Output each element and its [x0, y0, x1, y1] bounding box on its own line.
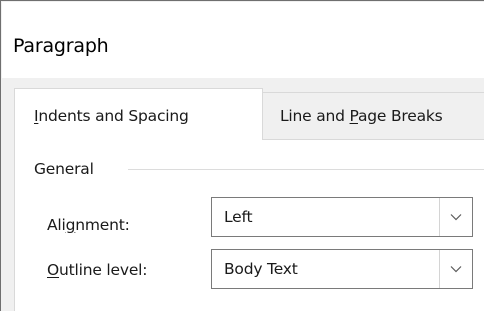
- paragraph-dialog: Paragraph Indents and Spacing Line and P…: [0, 0, 484, 311]
- chevron-down-icon: [450, 266, 462, 273]
- dialog-title: Paragraph: [13, 35, 109, 57]
- alignment-dropdown-button[interactable]: [439, 198, 472, 236]
- tab-label: Line and Page Breaks: [280, 107, 443, 125]
- alignment-value: Left: [224, 208, 253, 226]
- alignment-combobox[interactable]: Left: [211, 197, 473, 237]
- group-label-general: General: [34, 160, 94, 178]
- outline-level-combobox[interactable]: Body Text: [211, 249, 473, 289]
- outline-level-value: Body Text: [224, 260, 298, 278]
- group-divider: [128, 169, 484, 170]
- tab-indents-and-spacing[interactable]: Indents and Spacing: [14, 88, 263, 140]
- chevron-down-icon: [450, 214, 462, 221]
- tab-line-and-page-breaks[interactable]: Line and Page Breaks: [263, 92, 484, 138]
- alignment-label: Alignment:: [47, 216, 130, 234]
- outline-level-label: Outline level:: [47, 261, 148, 279]
- tab-label: Indents and Spacing: [34, 107, 189, 125]
- outline-level-dropdown-button[interactable]: [439, 250, 472, 288]
- dialog-titlebar: Paragraph: [2, 2, 484, 78]
